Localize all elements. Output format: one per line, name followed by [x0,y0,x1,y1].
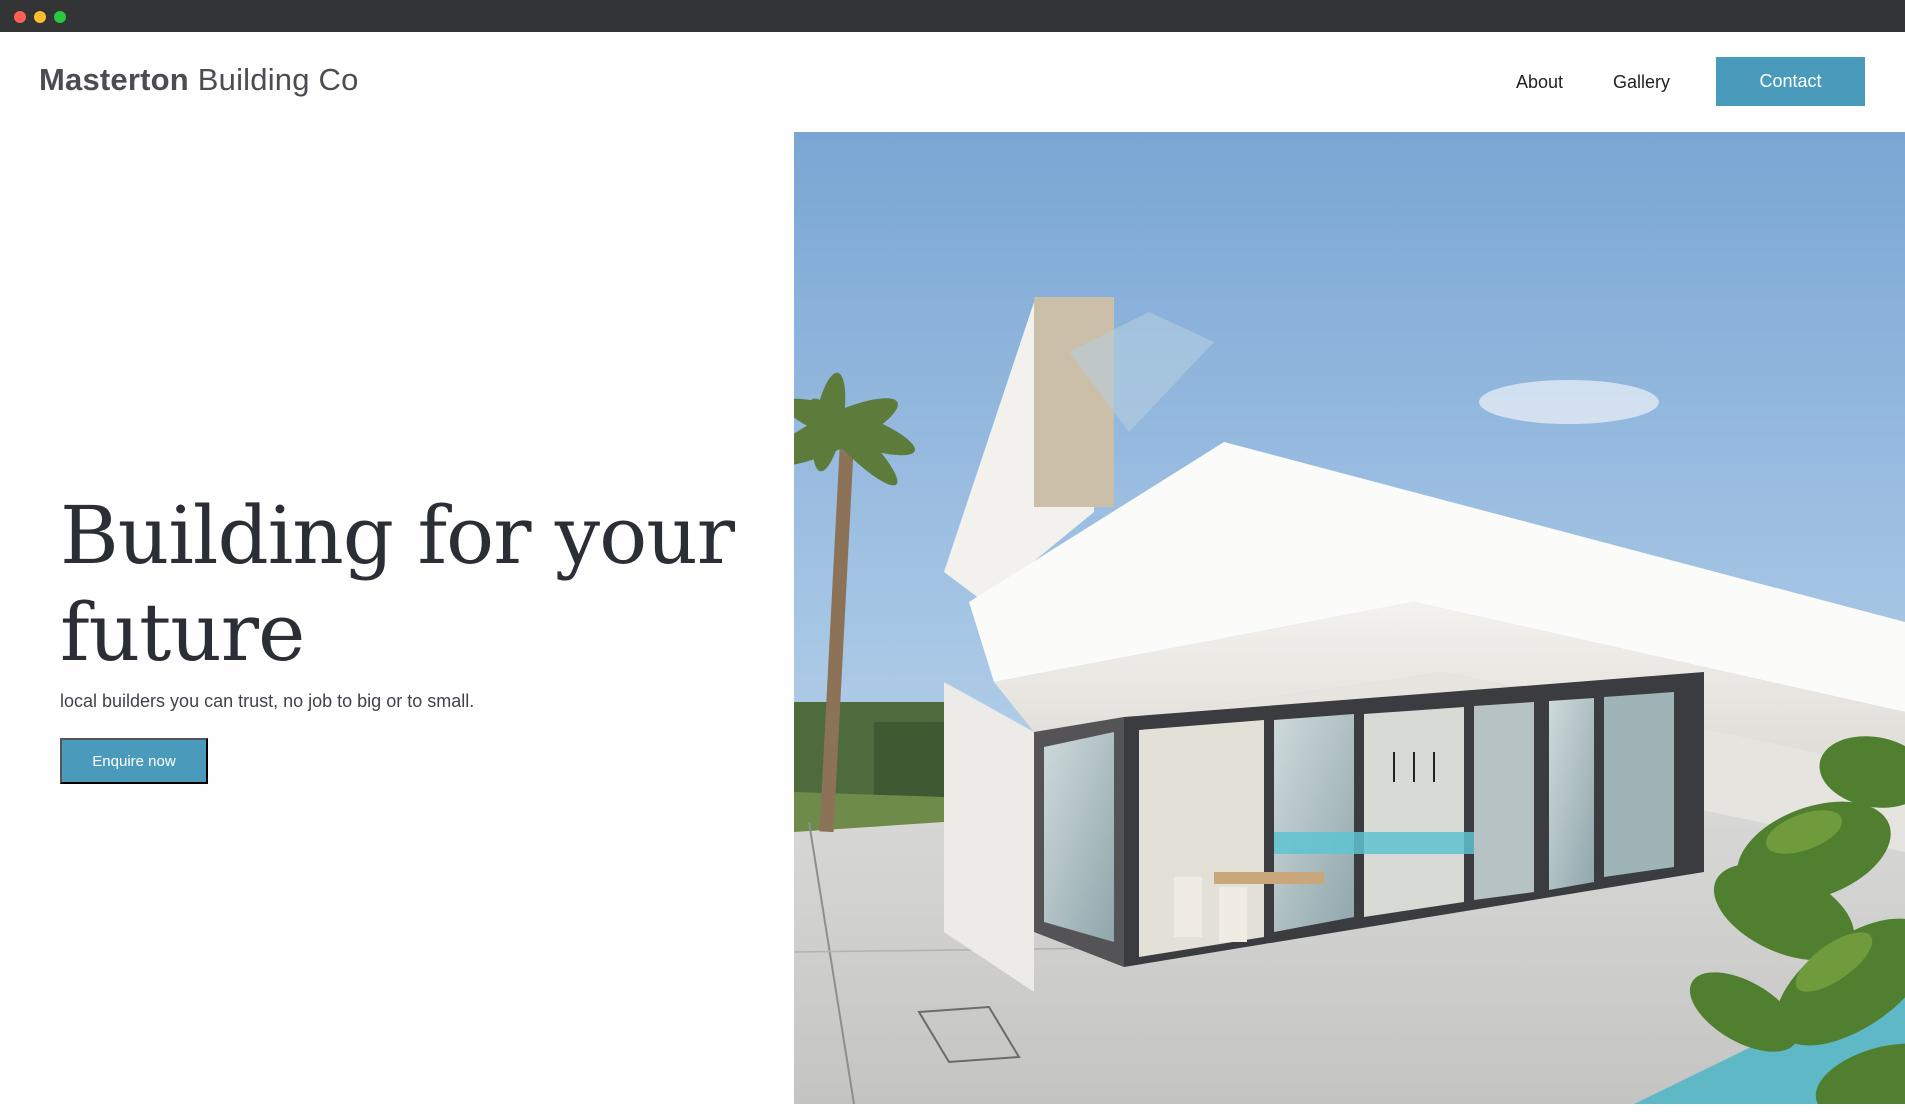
zoom-window-icon[interactable] [54,11,66,23]
hero-title-line2: future [60,586,305,679]
page-viewport: Masterton Building Co About Gallery Cont… [0,32,1905,1112]
close-window-icon[interactable] [14,11,26,23]
enquire-now-button[interactable]: Enquire now [60,738,208,784]
hero-title-line1: Building for your [60,489,735,582]
nav-about-link[interactable]: About [1516,72,1563,93]
brand-name-bold: Masterton [39,62,189,97]
nav-gallery-link[interactable]: Gallery [1613,72,1670,93]
contact-button[interactable]: Contact [1716,57,1865,106]
hero-subtitle: local builders you can trust, no job to … [60,691,475,711]
hero-house-photo [794,132,1905,1104]
minimize-window-icon[interactable] [34,11,46,23]
site-logo[interactable]: Masterton Building Co [39,62,359,98]
hero-title: Building for your future [60,487,780,681]
brand-name-rest: Building Co [197,62,359,97]
window-titlebar [0,0,1905,32]
